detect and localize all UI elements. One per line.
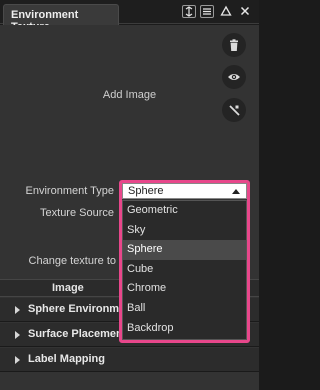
expand-arrow-icon <box>15 331 20 339</box>
menu-icon[interactable] <box>200 5 214 18</box>
section-label-mapping[interactable]: Label Mapping <box>0 348 259 372</box>
expand-arrow-icon <box>15 306 20 314</box>
eye-icon <box>228 74 240 80</box>
option-backdrop[interactable]: Backdrop <box>123 319 246 339</box>
no-texture-button[interactable] <box>222 98 246 122</box>
triangle-icon[interactable] <box>219 5 233 18</box>
option-sky[interactable]: Sky <box>123 221 246 241</box>
option-geometric[interactable]: Geometric <box>123 201 246 221</box>
delete-button[interactable] <box>222 33 246 57</box>
title-bar: Environment Texture <box>0 0 259 33</box>
option-ball[interactable]: Ball <box>123 299 246 319</box>
environment-type-value: Sphere <box>128 185 164 197</box>
pin-icon[interactable] <box>182 5 196 18</box>
caret-up-icon <box>232 189 240 194</box>
environment-type-select[interactable]: Sphere <box>122 183 247 199</box>
option-chrome[interactable]: Chrome <box>123 279 246 299</box>
environment-type-dropdown: Geometric Sky Sphere Cube Chrome Ball Ba… <box>122 200 247 340</box>
tab-environment-texture[interactable]: Environment Texture <box>3 4 119 33</box>
add-image-label[interactable]: Add Image <box>0 89 259 101</box>
trash-icon <box>230 38 238 51</box>
section-label: Sphere Environment <box>28 303 122 315</box>
section-label: Surface Placement <box>28 328 122 340</box>
texture-source-label: Texture Source <box>40 207 114 219</box>
option-sphere[interactable]: Sphere <box>123 240 246 260</box>
option-cube[interactable]: Cube <box>123 260 246 280</box>
close-icon[interactable] <box>238 5 252 18</box>
section-label: Label Mapping <box>28 353 105 365</box>
environment-type-label: Environment Type <box>25 185 114 197</box>
visibility-button[interactable] <box>222 65 246 89</box>
expand-arrow-icon <box>15 356 20 364</box>
no-texture-icon <box>228 104 240 116</box>
image-column-label: Image <box>52 282 84 294</box>
change-texture-label: Change texture to <box>28 255 116 267</box>
